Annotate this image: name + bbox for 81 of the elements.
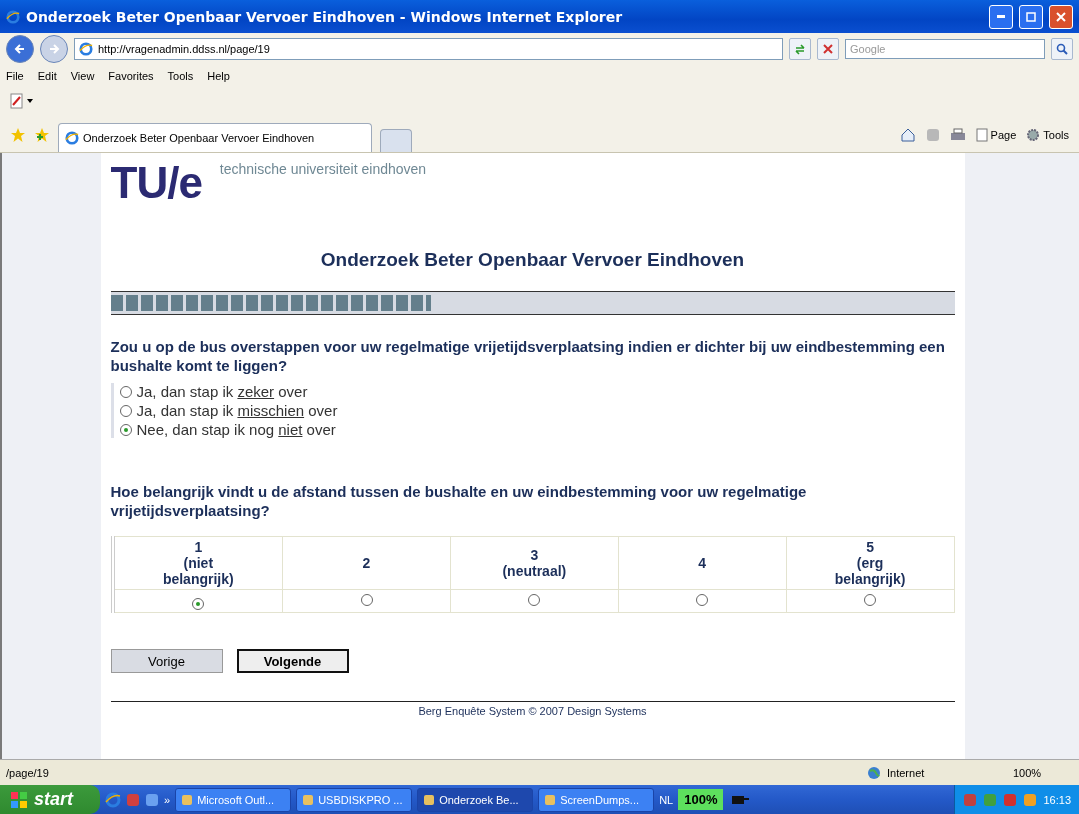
radio-button[interactable] (119, 404, 132, 417)
footer-text: Berg Enquête System © 2007 Design Systems (418, 705, 647, 717)
back-button[interactable] (6, 34, 34, 63)
menu-item[interactable]: File (6, 70, 24, 82)
close-icon (1056, 11, 1066, 22)
app-icon (423, 793, 436, 806)
minimize-button[interactable] (989, 4, 1013, 29)
back-arrow-icon (14, 42, 26, 55)
globe-icon (867, 765, 881, 780)
forward-arrow-icon (48, 42, 60, 55)
next-button[interactable]: Volgende (236, 649, 349, 673)
more-arrows[interactable]: » (164, 793, 171, 806)
taskbar-button[interactable]: USBDISKPRO ... (296, 787, 413, 812)
star-icon[interactable] (10, 127, 26, 143)
radio-button[interactable] (119, 385, 132, 398)
radio-button[interactable] (696, 594, 709, 606)
address-field[interactable]: http://vragenadmin.ddss.nl/page/19 (74, 37, 783, 60)
refresh-icon (794, 42, 806, 55)
university-name: technische universiteit eindhoven (219, 161, 427, 177)
zoom-level[interactable]: 100% (1013, 766, 1073, 779)
menu-item[interactable]: Favorites (108, 70, 154, 82)
windows-logo-icon (10, 790, 28, 809)
taskbar-button[interactable]: Onderzoek Be... (417, 787, 534, 812)
radio-button[interactable] (360, 594, 373, 606)
radio-button[interactable] (528, 594, 541, 606)
survey-title: Onderzoek Beter Openbaar Vervoer Eindhoven (319, 249, 746, 271)
radio-button[interactable] (864, 594, 877, 606)
ie-logo-icon (79, 41, 93, 56)
question-text: Zou u op de bus overstappen voor uw regelmatige vrijetijdsverplaatsing indien er dichter bij uw eindbestemming een bushalte komt te liggen? (110, 337, 946, 375)
add-star-icon[interactable] (34, 127, 50, 143)
search-field[interactable]: Google (845, 38, 1045, 59)
restore-button[interactable] (1019, 4, 1043, 29)
taskbar-button[interactable]: ScreenDumps... (538, 787, 655, 812)
option-label[interactable]: Ja, dan stap ik zeker over (136, 383, 308, 400)
option-label[interactable]: Ja, dan stap ik misschien over (136, 402, 338, 419)
page-menu[interactable]: Page (975, 128, 1017, 142)
scale-label: 1 (niet belangrijk) (112, 536, 283, 590)
menu-item[interactable]: Edit (37, 70, 57, 82)
tools-menu[interactable]: Tools (1026, 128, 1069, 142)
app-icon (302, 793, 315, 806)
start-button[interactable]: start (0, 785, 100, 814)
window-title: Onderzoek Beter Openbaar Vervoer Eindhoven - Windows Internet Explorer (26, 8, 624, 25)
clock: 16:13 (1043, 793, 1071, 806)
restore-icon (1026, 11, 1036, 22)
page-icon (975, 128, 988, 142)
browser-tab[interactable]: Onderzoek Beter Openbaar Vervoer Eindhoven (58, 123, 372, 152)
refresh-button[interactable] (789, 37, 811, 60)
radio-button[interactable] (119, 423, 132, 436)
app-icon (181, 793, 194, 806)
university-logo: TU/e (110, 159, 202, 207)
forward-button[interactable] (40, 34, 68, 63)
app-icon (544, 793, 557, 806)
stop-button[interactable] (817, 37, 839, 60)
option-label[interactable]: Nee, dan stap ik nog niet over (136, 421, 336, 438)
close-button[interactable] (1049, 4, 1073, 29)
close-icon (823, 43, 833, 54)
ie-logo-icon (105, 791, 121, 808)
scale-label: 3 (neutraal) (450, 536, 619, 590)
gear-icon (1026, 128, 1041, 142)
scale-label: 4 (618, 536, 787, 590)
search-button[interactable] (1051, 37, 1073, 60)
ie-logo-icon (65, 131, 79, 145)
pdf-icon[interactable] (10, 93, 24, 109)
security-zone: Internet (887, 766, 926, 779)
language-indicator[interactable]: NL (659, 793, 674, 806)
question-text: Hoe belangrijk vindt u de afstand tussen de bushalte en uw eindbestemming voor uw regelmatige vrijetijdsverplaatsing? (110, 482, 808, 520)
ie-logo-icon (6, 9, 20, 24)
status-url: /page/19 (6, 766, 50, 779)
dropdown-arrow-icon[interactable] (27, 99, 33, 103)
home-icon[interactable] (899, 127, 916, 143)
radio-button[interactable] (192, 598, 205, 610)
menu-item[interactable]: View (70, 70, 95, 82)
menu-item[interactable]: Help (207, 70, 230, 82)
minimize-icon (997, 15, 1005, 18)
previous-button[interactable]: Vorige (110, 649, 223, 673)
print-icon[interactable] (949, 128, 966, 142)
taskbar-button[interactable]: Microsoft Outl... (175, 787, 292, 812)
battery-indicator: 100% (678, 789, 724, 810)
menu-item[interactable]: Tools (167, 70, 194, 82)
scale-label: 2 (282, 536, 451, 590)
scale-label: 5 (erg belangrijk) (786, 536, 954, 590)
